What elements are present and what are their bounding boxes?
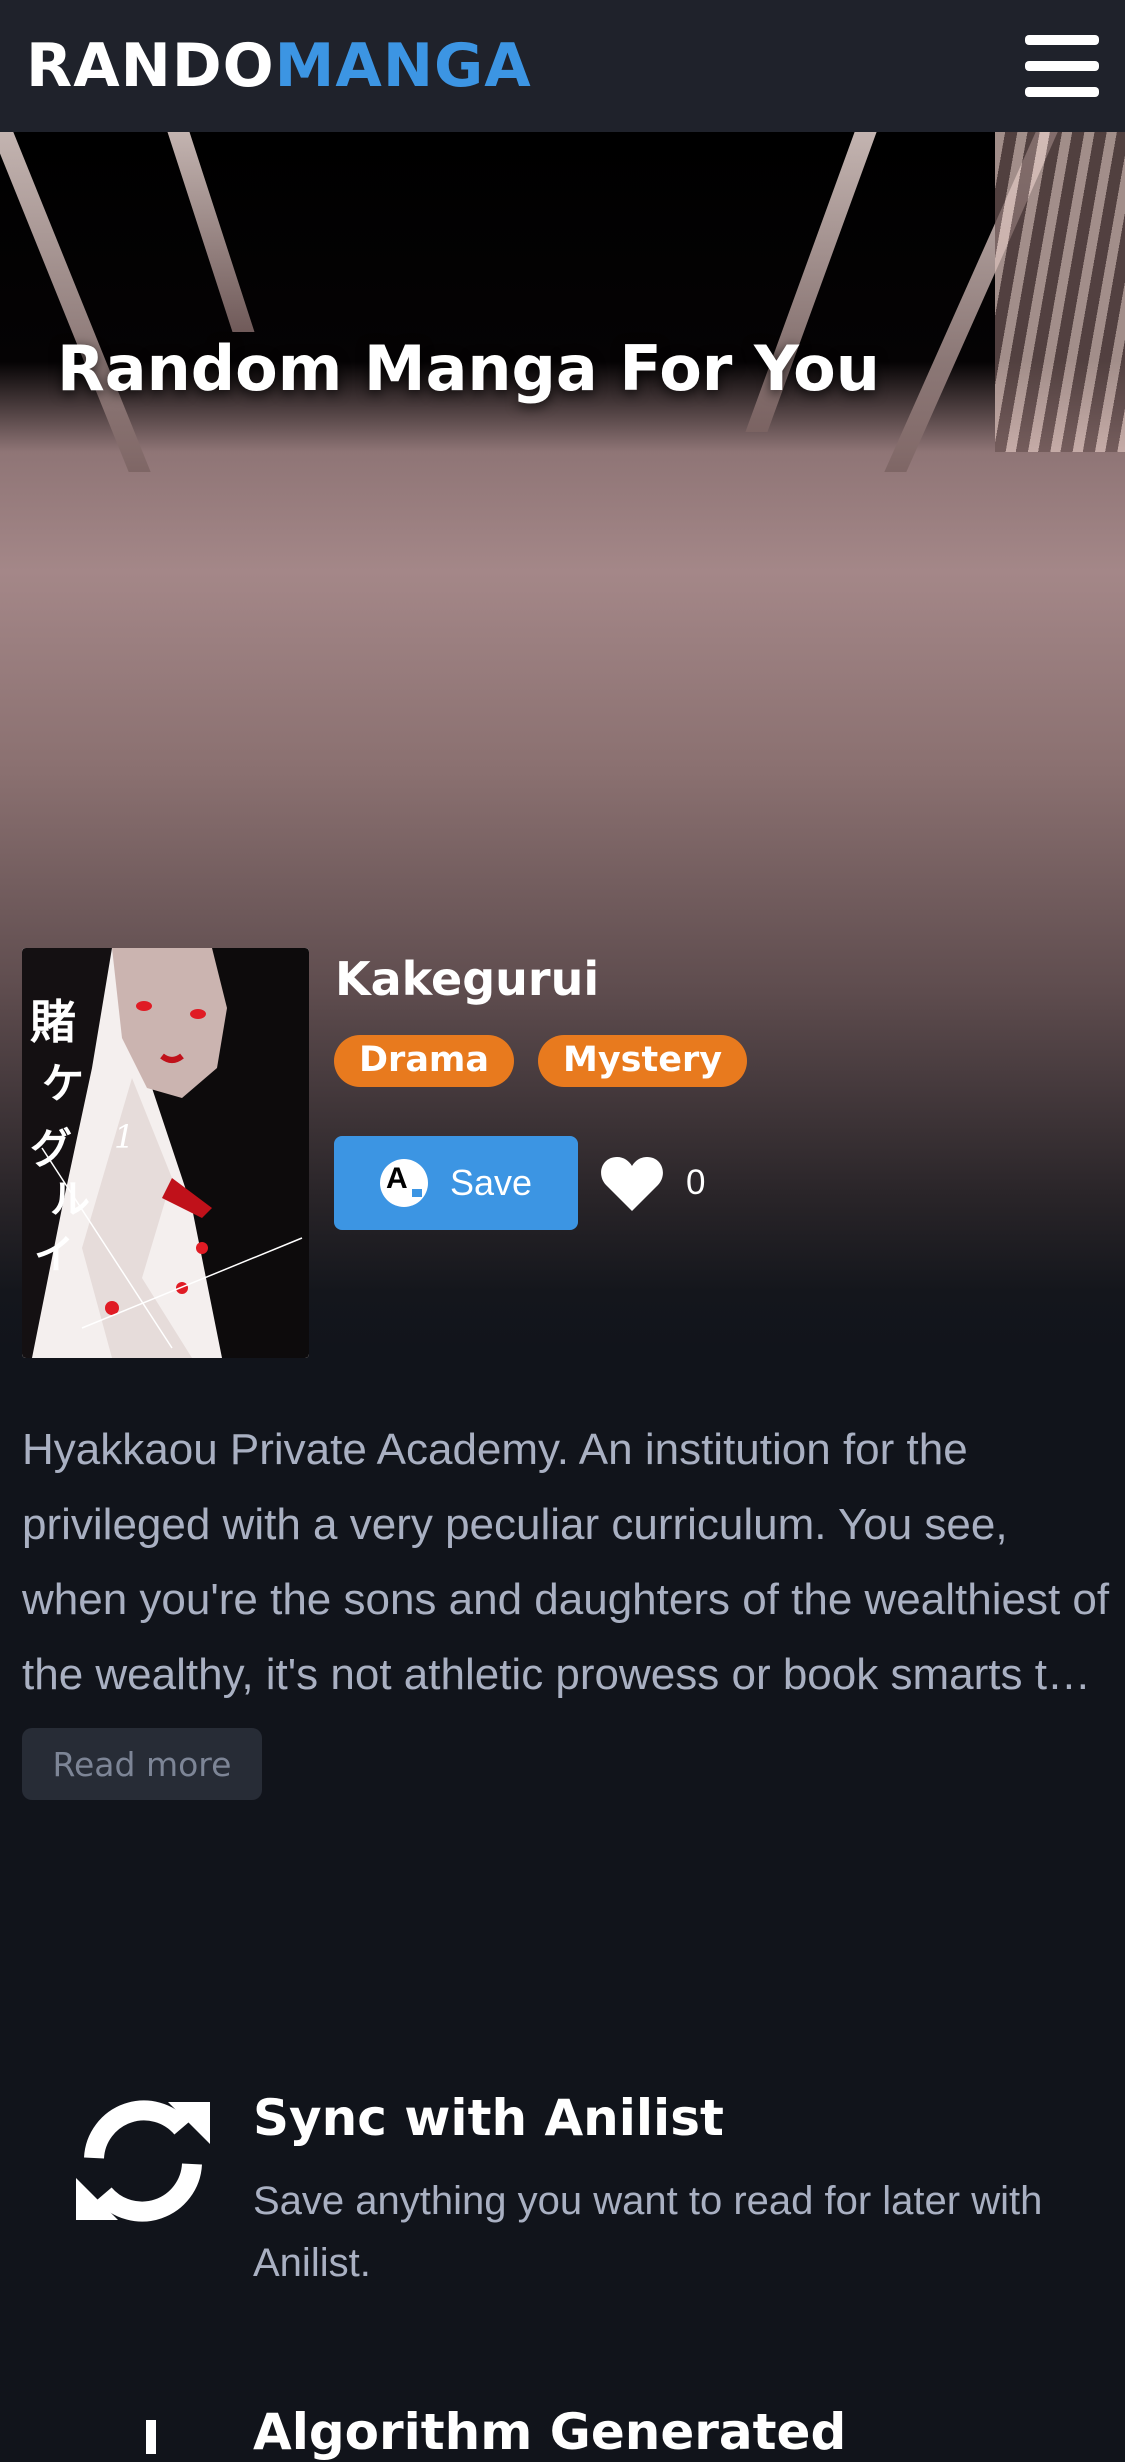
banner-art-hair bbox=[995, 132, 1125, 452]
heart-icon[interactable] bbox=[600, 1155, 664, 1213]
site-logo[interactable]: RANDOMANGA bbox=[26, 36, 532, 96]
feature-title: Algorithm Generated bbox=[253, 2403, 847, 2461]
feature-text: Save anything you want to read for later… bbox=[253, 2179, 1043, 2285]
manga-title[interactable]: Kakegurui bbox=[335, 952, 599, 1007]
feature-algorithm: Algorithm Generated bbox=[70, 2403, 1070, 2461]
sync-icon bbox=[76, 2100, 210, 2222]
logo-part-manga: MANGA bbox=[274, 31, 532, 101]
logo-part-rando: RANDO bbox=[26, 31, 275, 101]
feature-title: Sync with Anilist bbox=[253, 2089, 724, 2147]
like-count: 0 bbox=[686, 1163, 706, 1202]
cover-title-glyph: ケ bbox=[42, 1059, 84, 1108]
genre-tag-drama[interactable]: Drama bbox=[334, 1035, 515, 1087]
genre-tag-mystery[interactable]: Mystery bbox=[538, 1035, 748, 1087]
cover-title-glyph: グ bbox=[30, 1124, 72, 1173]
feature-sync: Sync with Anilist Save anything you want… bbox=[70, 2088, 1070, 2308]
save-button-label: Save bbox=[449, 1162, 533, 1203]
cover-title-glyph: イ bbox=[34, 1232, 74, 1278]
cover-title-glyph: 賭 bbox=[30, 995, 76, 1049]
cover-volume: 1 bbox=[114, 1118, 134, 1156]
page-title: Random Manga For You bbox=[57, 332, 880, 405]
sparkle-icon bbox=[146, 2420, 156, 2454]
anilist-logo-icon: A bbox=[379, 1159, 428, 1207]
save-to-anilist-button[interactable]: A Save bbox=[334, 1136, 578, 1230]
manga-cover-image[interactable]: 賭 ケ グ ル イ 1 bbox=[22, 948, 309, 1358]
genre-tags: Drama Mystery bbox=[334, 1035, 748, 1087]
hamburger-menu-icon[interactable] bbox=[1025, 35, 1099, 97]
banner-art-detail bbox=[167, 132, 255, 332]
read-more-button[interactable]: Read more bbox=[22, 1728, 262, 1800]
cover-title-glyph: ル bbox=[50, 1177, 90, 1223]
description-text: Hyakkaou Private Academy. An institution… bbox=[22, 1425, 1110, 1699]
navbar: RANDOMANGA bbox=[0, 0, 1125, 132]
banner-art-detail bbox=[0, 132, 151, 472]
manga-description: Hyakkaou Private Academy. An institution… bbox=[22, 1412, 1112, 1712]
